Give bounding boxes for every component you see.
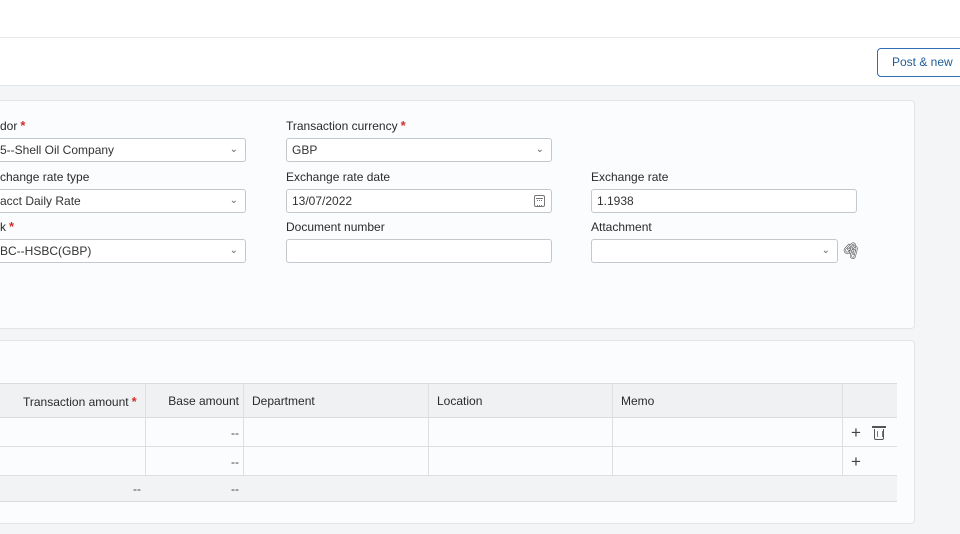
exchange-rate-date-label: Exchange rate date: [286, 170, 391, 184]
bank-value: BC--HSBC(GBP): [0, 244, 92, 258]
required-marker: *: [9, 219, 15, 234]
total-base-amount: --: [231, 482, 239, 496]
column-divider: [428, 383, 429, 476]
totals-row: -- --: [0, 476, 897, 502]
add-row-icon[interactable]: +: [851, 453, 861, 470]
vendor-select[interactable]: 5--Shell Oil Company ⌄: [0, 138, 246, 162]
exchange-rate-type-label: change rate type: [0, 170, 90, 184]
action-bar: [0, 39, 960, 86]
header-panel: [0, 100, 915, 329]
trash-icon[interactable]: [872, 426, 886, 440]
grid-header-row: Transaction amount * Base amount Departme…: [0, 383, 897, 418]
exchange-rate-type-select[interactable]: acct Daily Rate ⌄: [0, 189, 246, 213]
calendar-icon[interactable]: [534, 195, 545, 207]
add-row-icon[interactable]: +: [851, 424, 861, 441]
chevron-down-icon: ⌄: [229, 195, 238, 206]
required-marker: *: [131, 394, 137, 409]
chevron-down-icon: ⌄: [229, 245, 238, 256]
column-divider: [612, 383, 613, 476]
column-header-base-amount: Base amount: [168, 394, 239, 408]
transaction-currency-label: Transaction currency *: [286, 118, 406, 133]
document-number-label: Document number: [286, 220, 385, 234]
vendor-value: 5--Shell Oil Company: [0, 143, 115, 157]
post-and-new-button[interactable]: Post & new: [877, 48, 960, 77]
exchange-rate-value: 1.1938: [597, 194, 634, 208]
bank-select[interactable]: BC--HSBC(GBP) ⌄: [0, 239, 246, 263]
table-row: -- +: [0, 418, 897, 447]
column-header-location: Location: [437, 394, 483, 408]
exchange-rate-date-value: 13/07/2022: [292, 194, 353, 208]
column-divider: [842, 383, 843, 476]
top-bar: [0, 0, 960, 38]
lines-grid: Transaction amount * Base amount Departme…: [0, 383, 897, 502]
column-divider: [243, 383, 244, 476]
table-row: -- +: [0, 447, 897, 476]
required-marker: *: [20, 118, 26, 133]
transaction-currency-value: GBP: [292, 143, 318, 157]
exchange-rate-date-input[interactable]: 13/07/2022: [286, 189, 552, 213]
column-header-memo: Memo: [621, 394, 655, 408]
transaction-currency-select[interactable]: GBP ⌄: [286, 138, 552, 162]
required-marker: *: [400, 118, 406, 133]
chevron-down-icon: ⌄: [229, 144, 238, 155]
vendor-label: dor *: [0, 118, 26, 133]
column-header-transaction-amount: Transaction amount *: [23, 394, 137, 409]
base-amount-cell: --: [231, 426, 239, 440]
total-transaction-amount: --: [133, 482, 141, 496]
column-header-department: Department: [252, 394, 315, 408]
bank-label: k *: [0, 219, 15, 234]
column-divider: [145, 383, 146, 476]
exchange-rate-input[interactable]: 1.1938: [591, 189, 857, 213]
chevron-down-icon: ⌄: [535, 144, 544, 155]
exchange-rate-type-value: acct Daily Rate: [0, 194, 81, 208]
exchange-rate-label: Exchange rate: [591, 170, 669, 184]
base-amount-cell: --: [231, 455, 239, 469]
attachment-select[interactable]: ⌄: [591, 239, 838, 263]
attachment-label: Attachment: [591, 220, 652, 234]
document-number-input[interactable]: [286, 239, 552, 263]
chevron-down-icon: ⌄: [821, 245, 830, 256]
